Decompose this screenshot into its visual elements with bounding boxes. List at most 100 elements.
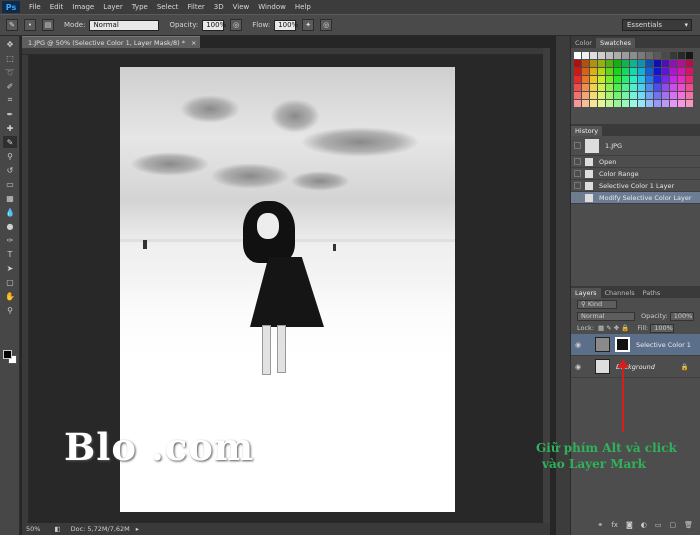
crop-tool-icon[interactable]: ⌗	[3, 94, 17, 106]
swatch-cell[interactable]	[598, 84, 605, 91]
tab-channels[interactable]: Channels	[601, 288, 639, 298]
swatch-cell[interactable]	[678, 100, 685, 107]
swatch-cell[interactable]	[686, 100, 693, 107]
swatch-cell[interactable]	[630, 68, 637, 75]
opacity-input[interactable]: 100%	[202, 19, 226, 31]
swatch-cell[interactable]	[638, 52, 645, 59]
zoom-level[interactable]: 50%	[26, 525, 40, 533]
layer-row[interactable]: ◉ Selective Color 1	[571, 334, 700, 356]
swatch-cell[interactable]	[686, 76, 693, 83]
swatch-cell[interactable]	[646, 52, 653, 59]
healing-brush-tool-icon[interactable]: ✚	[3, 122, 17, 134]
swatch-cell[interactable]	[678, 68, 685, 75]
swatch-cell[interactable]	[606, 68, 613, 75]
swatch-cell[interactable]	[590, 60, 597, 67]
move-tool-icon[interactable]: ✥	[3, 38, 17, 50]
swatch-cell[interactable]	[582, 68, 589, 75]
menu-layer[interactable]: Layer	[103, 3, 123, 11]
history-item[interactable]: Modify Selective Color Layer	[571, 192, 700, 204]
history-snapshot[interactable]: 1.JPG	[571, 136, 700, 156]
history-source-checkbox[interactable]	[574, 158, 581, 165]
swatch-cell[interactable]	[654, 92, 661, 99]
swatch-cell[interactable]	[590, 68, 597, 75]
swatch-cell[interactable]	[622, 100, 629, 107]
swatch-cell[interactable]	[606, 84, 613, 91]
swatch-cell[interactable]	[670, 92, 677, 99]
eraser-tool-icon[interactable]: ▭	[3, 178, 17, 190]
swatch-cell[interactable]	[606, 52, 613, 59]
swatch-cell[interactable]	[638, 100, 645, 107]
layer-thumbnail[interactable]	[595, 359, 610, 374]
swatch-cell[interactable]	[622, 76, 629, 83]
history-item[interactable]: Open	[571, 156, 700, 168]
swatch-cell[interactable]	[622, 84, 629, 91]
tab-color[interactable]: Color	[571, 38, 596, 48]
swatch-cell[interactable]	[598, 92, 605, 99]
path-select-tool-icon[interactable]: ➤	[3, 262, 17, 274]
swatch-cell[interactable]	[622, 92, 629, 99]
swatch-cell[interactable]	[590, 84, 597, 91]
clone-stamp-tool-icon[interactable]: ⚲	[3, 150, 17, 162]
swatch-cell[interactable]	[654, 52, 661, 59]
swatch-cell[interactable]	[590, 92, 597, 99]
swatch-cell[interactable]	[614, 68, 621, 75]
history-source-checkbox[interactable]	[574, 194, 581, 201]
swatch-cell[interactable]	[670, 60, 677, 67]
swatch-cell[interactable]	[678, 84, 685, 91]
link-icon[interactable]: ⚭	[597, 521, 603, 529]
swatch-cell[interactable]	[630, 60, 637, 67]
mode-select[interactable]: Normal	[89, 19, 160, 31]
swatch-cell[interactable]	[662, 76, 669, 83]
quick-select-tool-icon[interactable]: ✐	[3, 80, 17, 92]
layer-fill-input[interactable]: 100%	[650, 323, 675, 333]
pen-tool-icon[interactable]: ✑	[3, 234, 17, 246]
history-item[interactable]: Selective Color 1 Layer	[571, 180, 700, 192]
eye-icon[interactable]: ◉	[575, 363, 585, 371]
swatch-cell[interactable]	[678, 52, 685, 59]
swatch-cell[interactable]	[678, 60, 685, 67]
swatch-cell[interactable]	[686, 52, 693, 59]
lock-pixels-icon[interactable]: ▦ ✎ ✥ 🔒	[598, 324, 629, 332]
brush-preset-icon[interactable]: ✎	[6, 19, 18, 31]
history-source-checkbox[interactable]	[574, 170, 581, 177]
swatch-cell[interactable]	[638, 76, 645, 83]
swatch-cell[interactable]	[614, 60, 621, 67]
eyedropper-tool-icon[interactable]: ✒	[3, 108, 17, 120]
type-tool-icon[interactable]: T	[3, 248, 17, 260]
swatch-cell[interactable]	[646, 84, 653, 91]
menu-type[interactable]: Type	[132, 3, 148, 11]
swatch-cell[interactable]	[646, 60, 653, 67]
swatch-cell[interactable]	[574, 84, 581, 91]
group-icon[interactable]: ▭	[655, 521, 662, 529]
swatch-cell[interactable]	[654, 100, 661, 107]
swatch-cell[interactable]	[614, 92, 621, 99]
swatch-cell[interactable]	[590, 52, 597, 59]
swatch-cell[interactable]	[638, 92, 645, 99]
dodge-tool-icon[interactable]: ●	[3, 220, 17, 232]
menu-edit[interactable]: Edit	[50, 3, 64, 11]
lasso-tool-icon[interactable]: ➰	[3, 66, 17, 78]
pressure-size-icon[interactable]: ◎	[320, 19, 333, 31]
swatch-cell[interactable]	[630, 92, 637, 99]
swatch-cell[interactable]	[606, 76, 613, 83]
swatch-cell[interactable]	[638, 84, 645, 91]
swatch-cell[interactable]	[638, 68, 645, 75]
menu-help[interactable]: Help	[295, 3, 311, 11]
hand-tool-icon[interactable]: ✋	[3, 290, 17, 302]
new-layer-icon[interactable]: ▢	[669, 521, 676, 529]
swatch-cell[interactable]	[598, 76, 605, 83]
swatch-cell[interactable]	[590, 100, 597, 107]
swatch-cell[interactable]	[630, 100, 637, 107]
swatch-cell[interactable]	[678, 92, 685, 99]
swatch-cell[interactable]	[574, 52, 581, 59]
swatch-cell[interactable]	[614, 52, 621, 59]
foreground-color[interactable]	[3, 350, 12, 359]
layer-mask-thumbnail[interactable]	[615, 337, 630, 352]
menu-3d[interactable]: 3D	[214, 3, 224, 11]
swatch-cell[interactable]	[662, 60, 669, 67]
menu-image[interactable]: Image	[72, 3, 94, 11]
swatch-cell[interactable]	[590, 76, 597, 83]
tab-paths[interactable]: Paths	[639, 288, 665, 298]
swatch-cell[interactable]	[670, 68, 677, 75]
history-item[interactable]: Color Range	[571, 168, 700, 180]
